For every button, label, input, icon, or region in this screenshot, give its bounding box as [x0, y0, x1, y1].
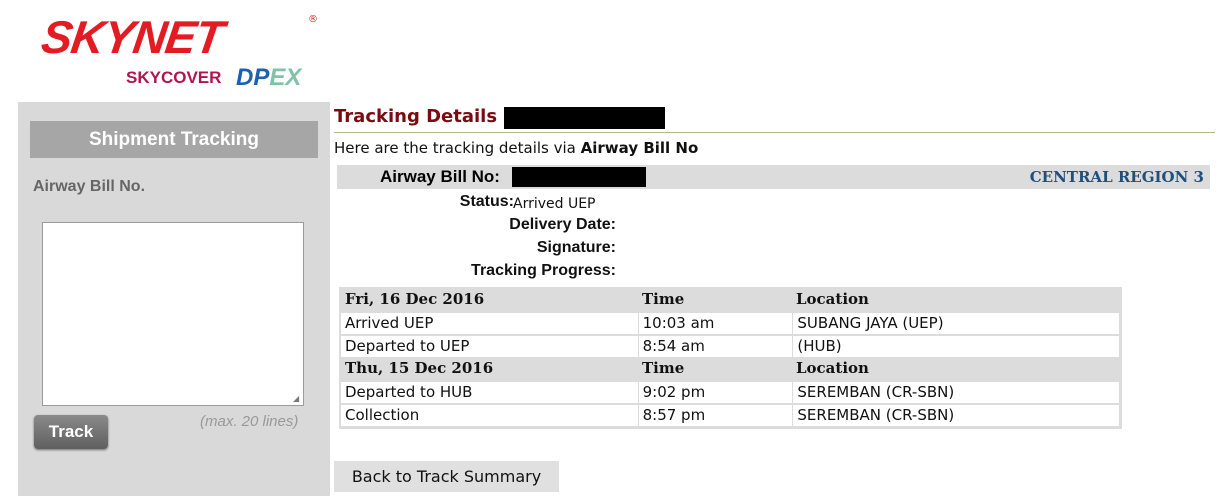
delivery-date-label: Delivery Date: [509, 216, 616, 233]
table-row: Departed to HUB 9:02 pm SEREMBAN (CR-SBN… [341, 381, 1120, 404]
airway-bill-label: Airway Bill No. [33, 178, 146, 195]
location-cell: SUBANG JAYA (UEP) [793, 313, 1119, 334]
status-value: Arrived UEP [513, 196, 596, 212]
time-cell: 8:57 pm [638, 405, 793, 426]
tracking-progress-row: Tracking Progress: [334, 262, 616, 284]
event-cell: Departed to UEP [341, 336, 638, 357]
table-row: Departed to UEP 8:54 am (HUB) [341, 335, 1120, 358]
time-header: Time [638, 289, 792, 312]
logo-dpex-dp: DP [236, 64, 270, 91]
tracking-details-panel: Tracking Details - Here are the tracking… [334, 104, 1215, 496]
date-header-row: Thu, 15 Dec 2016 Time Location [341, 358, 1120, 381]
intro-prefix: Here are the tracking details via [334, 139, 576, 157]
divider [334, 132, 1215, 133]
event-cell: Collection [341, 405, 638, 426]
sidebar-title: Shipment Tracking [30, 121, 318, 158]
status-label: Status: [459, 193, 514, 210]
signature-row: Signature: [334, 239, 616, 261]
registered-mark: ® [308, 14, 318, 25]
logo-skynet-text: SKYNET [38, 11, 227, 63]
airway-bill-bar: Airway Bill No: CENTRAL REGION 3 [337, 165, 1210, 189]
intro-text: Here are the tracking details via Airway… [334, 139, 698, 157]
logo-dpex-ex: EX [269, 64, 302, 91]
table-row: Arrived UEP 10:03 am SUBANG JAYA (UEP) [341, 312, 1120, 335]
max-lines-hint: (max. 20 lines) [200, 413, 299, 430]
location-header: Location [792, 289, 1118, 312]
tracking-progress-label: Tracking Progress: [471, 262, 616, 279]
delivery-date-row: Delivery Date: [334, 216, 616, 238]
time-cell: 9:02 pm [638, 382, 793, 403]
back-to-track-summary-button[interactable]: Back to Track Summary [334, 461, 559, 492]
intro-bold: Airway Bill No [580, 139, 699, 157]
time-cell: 10:03 am [638, 313, 793, 334]
event-cell: Arrived UEP [341, 313, 638, 334]
date-header-row: Fri, 16 Dec 2016 Time Location [341, 289, 1120, 312]
logo-skycover-text: SKYCOVER [126, 68, 222, 87]
location-cell: (HUB) [793, 336, 1119, 357]
time-cell: 8:54 am [638, 336, 793, 357]
time-header: Time [638, 358, 792, 381]
logo-dpex: DPEX [236, 64, 301, 92]
tracking-table: Fri, 16 Dec 2016 Time Location Arrived U… [339, 287, 1122, 429]
signature-label: Signature: [536, 239, 616, 256]
airway-bill-no-label: Airway Bill No: [380, 167, 500, 186]
date-header: Thu, 15 Dec 2016 [341, 358, 638, 381]
airway-bill-textarea[interactable]: ◢ [42, 222, 304, 406]
redacted-bill-number [512, 167, 646, 187]
region-label: CENTRAL REGION 3 [1029, 168, 1204, 186]
redacted-bill-number [504, 107, 665, 129]
page-title-text: Tracking Details - [334, 106, 511, 127]
track-button[interactable]: Track [34, 415, 108, 449]
event-cell: Departed to HUB [341, 382, 638, 403]
skynet-logo: SKYNET ® SKYCOVER DPEX [38, 11, 322, 102]
page-title: Tracking Details - [334, 106, 665, 129]
date-header: Fri, 16 Dec 2016 [341, 289, 638, 312]
location-cell: SEREMBAN (CR-SBN) [793, 382, 1119, 403]
location-cell: SEREMBAN (CR-SBN) [793, 405, 1119, 426]
location-header: Location [792, 358, 1118, 381]
tracking-sidebar: Shipment Tracking Airway Bill No. ◢ Trac… [18, 102, 330, 496]
status-row: Status: [334, 193, 514, 215]
resize-handle-icon[interactable]: ◢ [293, 395, 301, 403]
table-row: Collection 8:57 pm SEREMBAN (CR-SBN) [341, 404, 1120, 427]
